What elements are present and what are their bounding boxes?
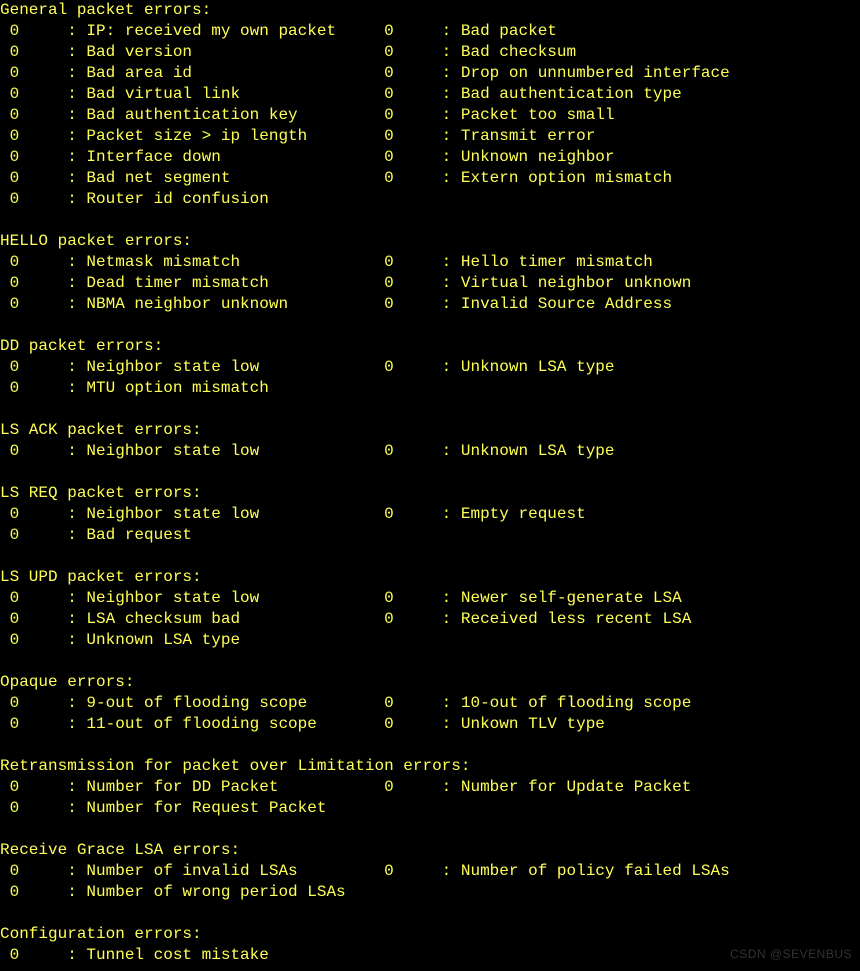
terminal-output: General packet errors: 0 : IP: received … [0,0,860,966]
